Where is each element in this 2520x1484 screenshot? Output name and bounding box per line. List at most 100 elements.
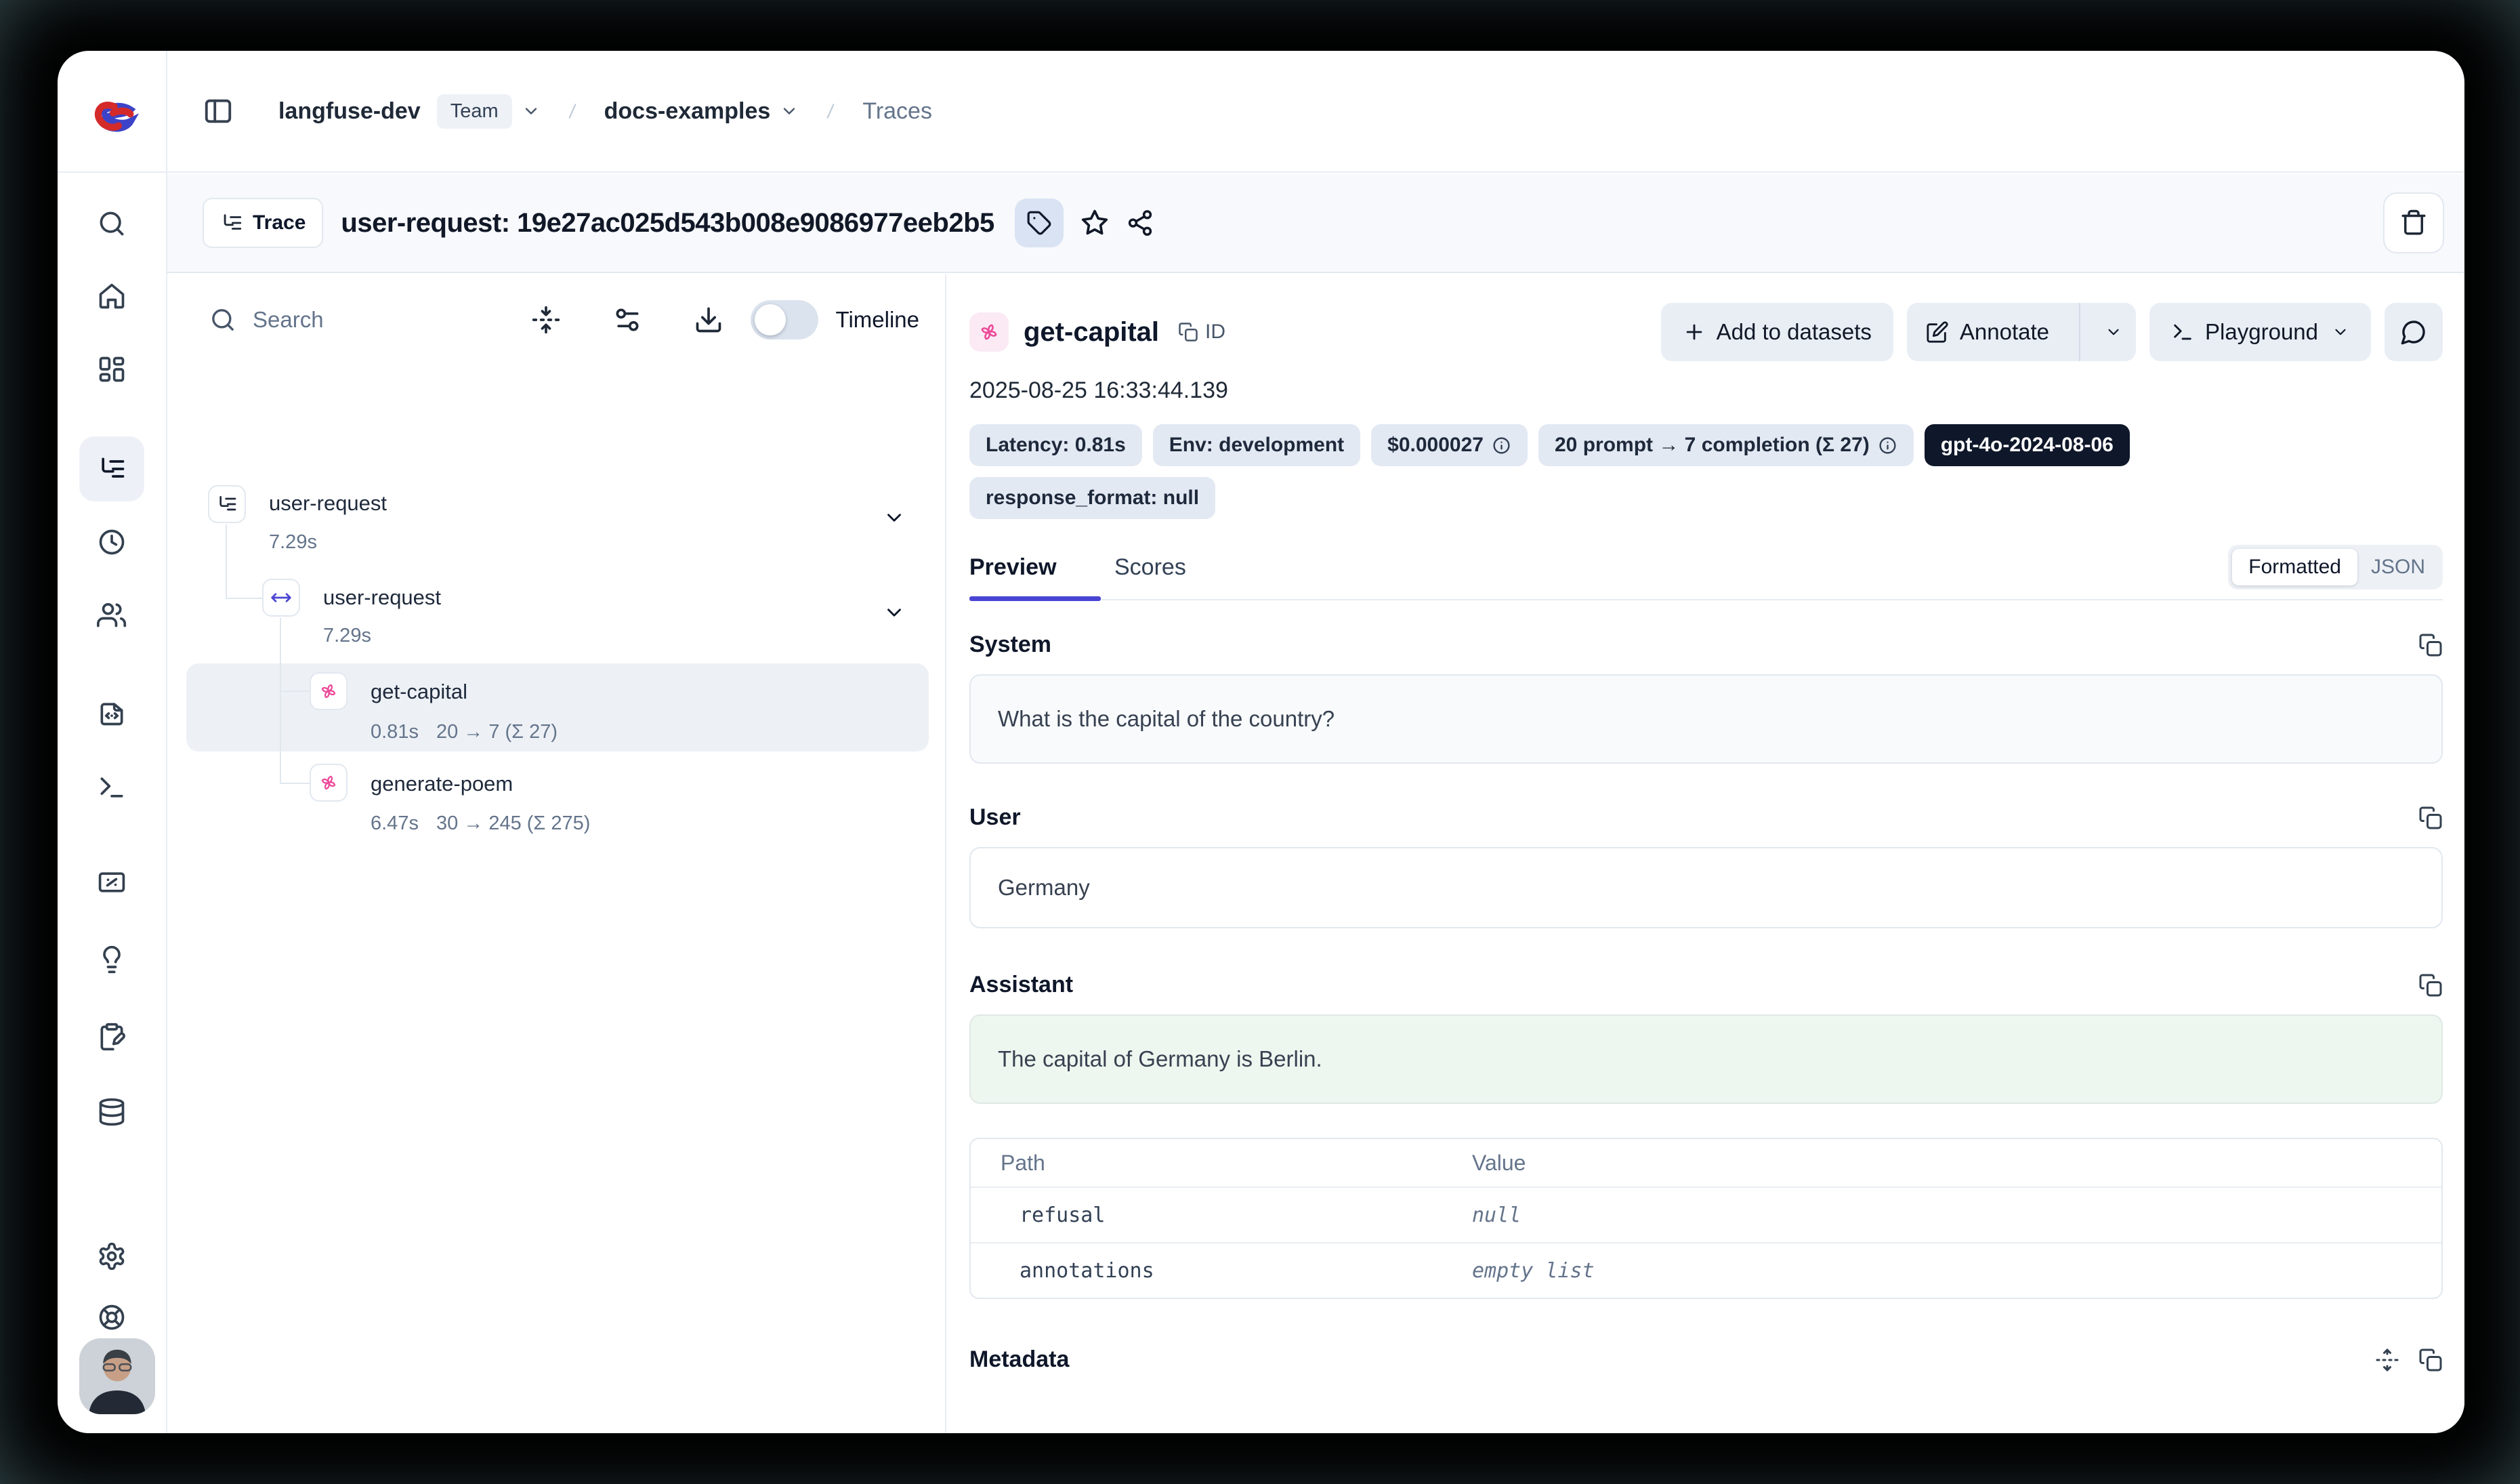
assistant-message-text: The capital of Germany is Berlin. — [998, 1046, 1322, 1072]
tag-button[interactable] — [1015, 199, 1064, 247]
generation-type-pill — [969, 312, 1009, 352]
trace-tree: user-request 7.29s user-request 7.29s ge… — [167, 365, 945, 1433]
system-message-text: What is the capital of the country? — [998, 706, 1335, 732]
span-node-icon[interactable] — [262, 579, 300, 617]
sidebar-item-support[interactable] — [97, 1302, 127, 1332]
format-formatted-option[interactable]: Formatted — [2232, 549, 2357, 585]
expand-icon[interactable] — [2375, 1348, 2399, 1372]
format-json-option[interactable]: JSON — [2357, 549, 2439, 585]
tab-preview[interactable]: Preview — [969, 554, 1101, 581]
sidebar-item-tracing[interactable] — [97, 454, 127, 484]
generation-icon — [318, 680, 339, 702]
system-message-box: What is the capital of the country? — [969, 674, 2443, 764]
table-cell-path: annotations — [971, 1259, 1472, 1283]
format-segmented-control: Formatted JSON — [2228, 545, 2443, 590]
id-label: ID — [1205, 321, 1225, 344]
detail-actions: Add to datasets Annotate — [1661, 303, 2443, 361]
tree-node-name[interactable]: generate-poem — [371, 772, 513, 796]
tree-connector — [280, 783, 310, 784]
tag-icon — [1026, 210, 1052, 236]
cost-badge: $0.000027 — [1371, 424, 1528, 466]
info-icon[interactable] — [1878, 436, 1897, 455]
chevron-down-icon[interactable] — [522, 102, 541, 121]
search-input[interactable] — [251, 306, 417, 333]
copy-icon — [1178, 322, 1198, 342]
sidebar-item-insights[interactable] — [97, 945, 127, 974]
copy-icon[interactable] — [2418, 1348, 2443, 1372]
generation-node-icon[interactable] — [310, 764, 348, 802]
sidebar-item-search[interactable] — [97, 209, 127, 239]
sidebar-item-evaluation[interactable] — [97, 867, 127, 897]
user-avatar[interactable] — [79, 1338, 155, 1414]
sidebar-item-sessions[interactable] — [97, 527, 127, 557]
sidebar-item-playground[interactable] — [97, 772, 127, 802]
copy-icon[interactable] — [2418, 973, 2443, 997]
comment-button[interactable] — [2385, 303, 2443, 361]
playground-button[interactable]: Playground — [2149, 303, 2371, 361]
share-icon[interactable] — [1126, 209, 1154, 237]
download-icon[interactable] — [694, 305, 723, 335]
tree-node-duration: 6.47s — [371, 812, 419, 835]
timeline-toggle[interactable] — [751, 300, 818, 339]
env-badge: Env: development — [1153, 424, 1360, 466]
trace-node-icon[interactable] — [208, 485, 246, 523]
search-icon — [209, 306, 236, 333]
annotate-split-button[interactable]: Annotate — [1907, 303, 2136, 361]
sidebar-toggle-icon[interactable] — [203, 96, 234, 127]
tab-underline — [969, 599, 2443, 600]
badge-label: $0.000027 — [1387, 434, 1484, 457]
user-section: User Germany — [969, 804, 2443, 928]
chevron-down-icon[interactable] — [883, 601, 906, 624]
copy-icon[interactable] — [2418, 806, 2443, 830]
copy-icon[interactable] — [2418, 633, 2443, 657]
sidebar-item-users[interactable] — [97, 600, 127, 630]
table-cell-value: null — [1472, 1203, 2441, 1227]
response-format-badge: response_format: null — [969, 477, 1215, 519]
annotate-button[interactable]: Annotate — [1907, 303, 2068, 361]
tree-settings-icon[interactable] — [612, 305, 642, 335]
badge-label: gpt-4o-2024-08-06 — [1941, 434, 2114, 457]
sidebar-item-settings[interactable] — [97, 1241, 127, 1271]
output-detail-table: Path Value refusal null annotations empt… — [969, 1138, 2443, 1299]
generation-icon — [977, 320, 1001, 344]
desktop-backdrop: langfuse-dev Team docs-examples Traces T… — [0, 0, 2520, 1484]
path-header: Path — [971, 1151, 1472, 1176]
breadcrumb-page[interactable]: Traces — [862, 98, 932, 125]
sidebar-item-prompts[interactable] — [97, 698, 127, 728]
tree-node-name[interactable]: user-request — [323, 585, 441, 610]
sidebar-item-annotation[interactable] — [97, 1022, 127, 1052]
plus-icon — [1683, 321, 1706, 344]
breadcrumb-section[interactable]: docs-examples — [604, 98, 771, 125]
chevron-down-icon[interactable] — [780, 102, 799, 121]
tree-node-name[interactable]: user-request — [269, 491, 387, 516]
table-cell-value: empty list — [1472, 1259, 2441, 1283]
collapse-all-icon[interactable] — [531, 305, 561, 335]
playground-label: Playground — [2205, 319, 2318, 345]
sidebar-item-home[interactable] — [97, 281, 127, 311]
annotate-dropdown-button[interactable] — [2091, 303, 2136, 361]
delete-trace-button[interactable] — [2383, 192, 2444, 253]
project-badge: Team — [437, 94, 512, 129]
generation-node-icon[interactable] — [310, 672, 348, 710]
trace-header-bar: Trace user-request: 19e27ac025d543b008e9… — [167, 174, 2464, 273]
chevron-down-icon[interactable] — [883, 506, 906, 529]
sidebar-item-datasets[interactable] — [97, 1097, 127, 1127]
list-tree-icon — [220, 211, 243, 234]
tree-node-duration: 7.29s — [323, 625, 371, 647]
star-icon[interactable] — [1080, 208, 1110, 238]
tree-node-name[interactable]: get-capital — [371, 680, 467, 704]
tab-scores[interactable]: Scores — [1114, 554, 1186, 581]
table-row: annotations empty list — [971, 1242, 2441, 1298]
breadcrumb-project[interactable]: langfuse-dev — [278, 98, 421, 125]
info-icon[interactable] — [1492, 436, 1511, 455]
model-badge[interactable]: gpt-4o-2024-08-06 — [1925, 424, 2130, 466]
observation-detail-panel: get-capital ID Add to datasets Annotate — [948, 274, 2464, 1433]
copy-id-button[interactable]: ID — [1178, 321, 1225, 344]
badge-label: 20 prompt → 7 completion (Σ 27) — [1555, 434, 1870, 457]
trace-title: user-request: 19e27ac025d543b008e9086977… — [341, 208, 994, 239]
sidebar-item-dashboard[interactable] — [97, 354, 127, 384]
annotate-label: Annotate — [1960, 319, 2049, 345]
add-to-datasets-button[interactable]: Add to datasets — [1661, 303, 1893, 361]
trash-icon — [2399, 209, 2428, 237]
observation-badges: Latency: 0.81s Env: development $0.00002… — [969, 424, 2378, 519]
